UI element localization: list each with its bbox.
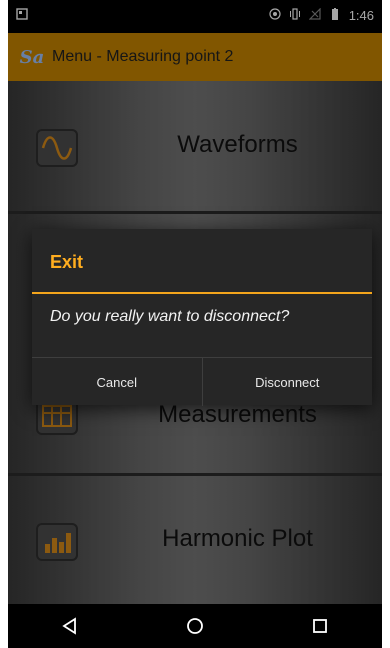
- disconnect-button[interactable]: Disconnect: [201, 358, 373, 406]
- dialog-divider: [32, 292, 372, 294]
- cancel-button[interactable]: Cancel: [32, 358, 202, 406]
- dialog-message: Do you really want to disconnect?: [50, 308, 290, 325]
- home-icon[interactable]: [175, 606, 215, 646]
- recents-icon[interactable]: [300, 606, 340, 646]
- dialog-button-bar: Cancel Disconnect: [32, 357, 372, 406]
- navigation-bar: [8, 604, 382, 648]
- back-icon[interactable]: [50, 606, 90, 646]
- dialog-title: Exit: [50, 252, 84, 272]
- exit-dialog: Exit Do you really want to disconnect? C…: [32, 229, 372, 406]
- phone-screen: 1:46 Sa Menu - Measuring point 2 Wavefor…: [8, 0, 382, 648]
